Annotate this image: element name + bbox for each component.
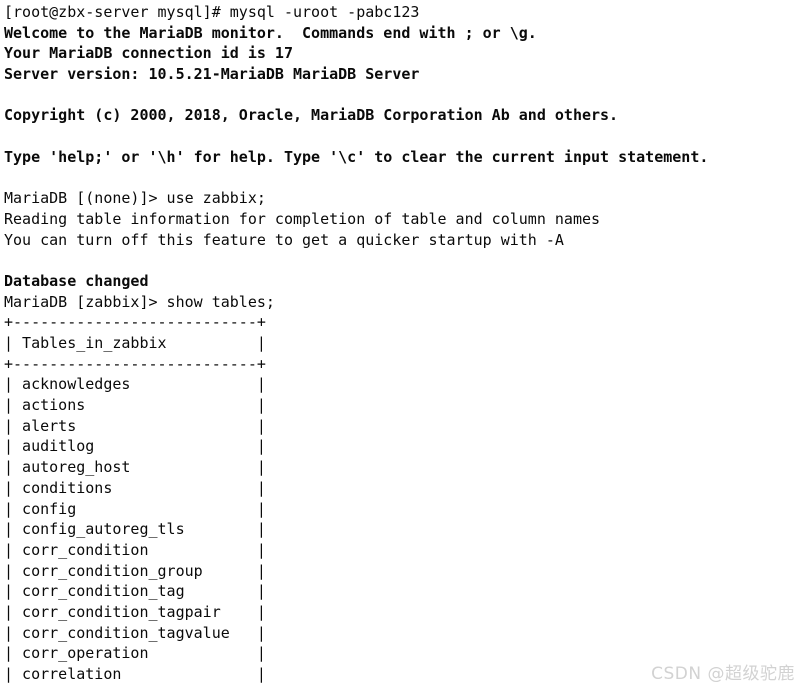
terminal-window[interactable]: [root@zbx-server mysql]# mysql -uroot -p… (0, 0, 805, 693)
terminal-line: | actions | (4, 396, 266, 415)
terminal-line: | Tables_in_zabbix | (4, 334, 266, 352)
terminal-line: | corr_condition_tagvalue | (4, 623, 266, 642)
terminal-line: | corr_condition_tagpair | (4, 602, 266, 621)
terminal-line: Type 'help;' or '\h' for help. Type '\c'… (4, 147, 709, 166)
terminal-line: | corr_operation | (4, 644, 266, 663)
terminal-line: +---------------------------+ (4, 354, 266, 373)
terminal-line: Your MariaDB connection id is 17 (4, 44, 293, 63)
terminal-line: MariaDB [zabbix]> show tables; (4, 292, 275, 311)
terminal-line: | corr_condition | (4, 540, 266, 559)
terminal-line: | acknowledges | (4, 375, 266, 394)
terminal-line: | config | (4, 499, 266, 518)
terminal-line: [root@zbx-server mysql]# mysql -uroot -p… (4, 3, 420, 21)
terminal-line: | config_autoreg_tls | (4, 520, 266, 539)
terminal-line: +---------------------------+ (4, 313, 266, 332)
terminal-line: | autoreg_host | (4, 458, 266, 477)
terminal-output: [root@zbx-server mysql]# mysql -uroot -p… (4, 2, 805, 685)
terminal-line: | conditions | (4, 478, 266, 497)
terminal-line: | auditlog | (4, 437, 266, 456)
terminal-line: MariaDB [(none)]> use zabbix; (4, 189, 266, 208)
terminal-line: Reading table information for completion… (4, 209, 601, 228)
terminal-line: | corr_condition_group | (4, 561, 266, 580)
terminal-line: Copyright (c) 2000, 2018, Oracle, MariaD… (4, 106, 619, 125)
csdn-watermark: CSDN @超级驼鹿 (651, 664, 795, 685)
terminal-line: | corr_condition_tag | (4, 582, 266, 601)
terminal-line: Welcome to the MariaDB monitor. Commands… (4, 23, 537, 42)
terminal-line: | alerts | (4, 416, 266, 435)
terminal-line: Server version: 10.5.21-MariaDB MariaDB … (4, 65, 420, 84)
terminal-line: You can turn off this feature to get a q… (4, 230, 564, 249)
terminal-line: Database changed (4, 271, 149, 290)
